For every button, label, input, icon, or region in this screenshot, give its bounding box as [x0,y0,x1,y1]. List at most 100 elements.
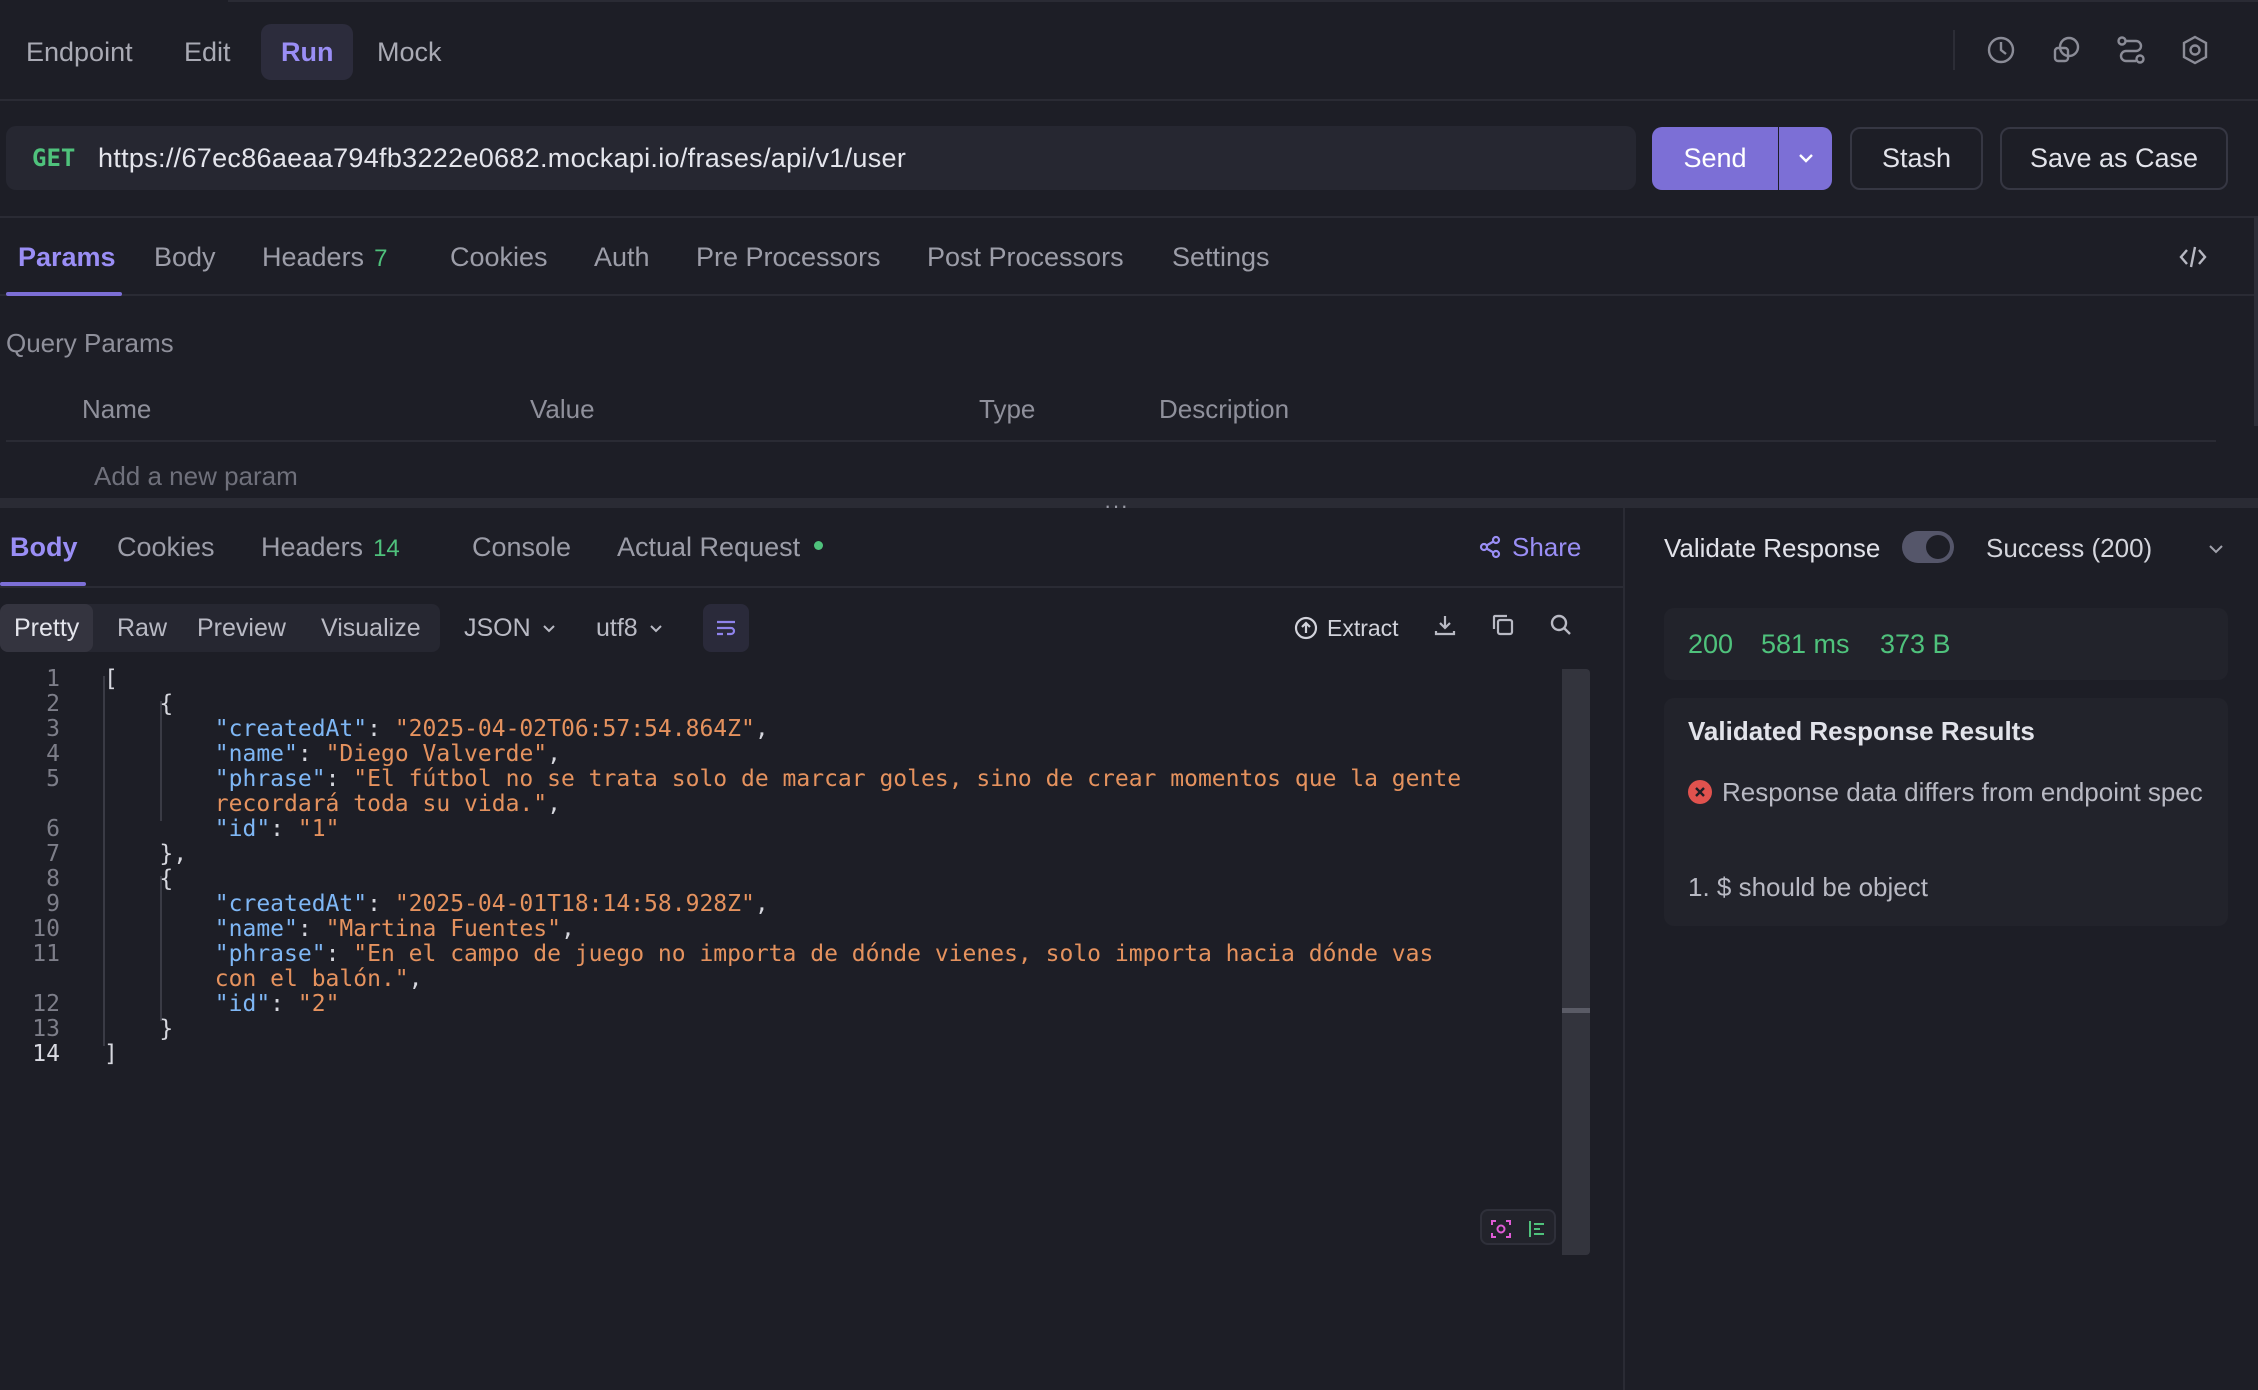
validate-response-label: Validate Response [1664,533,1881,563]
tab-auth[interactable]: Auth [594,218,650,296]
line-number: 2 [46,691,60,717]
line-number: 4 [46,741,60,767]
send-options-dropdown[interactable] [1779,127,1832,190]
validation-error: Response data differs from endpoint spec [1688,772,2208,812]
json-string: "El fútbol no se trata solo de marcar go… [353,766,1462,792]
code-line: [ [104,666,118,692]
response-tab-body[interactable]: Body [10,508,78,586]
error-icon [1688,780,1712,804]
flow-icon[interactable] [2115,34,2151,70]
response-view-bar: Pretty Raw Preview Visualize JSON utf8 E… [0,604,1623,654]
code-snippet-icon[interactable] [2178,242,2208,272]
tab-headers-label: Headers [262,242,365,272]
ai-scan-icon[interactable] [1490,1218,1512,1240]
validation-results-card: Validated Response Results Response data… [1664,698,2228,926]
status-dot [814,541,824,550]
response-body-editor[interactable]: 1 2 3 4 5 6 7 8 9 10 11 12 13 14 [ { "createdAt": "20… [0,666,1592,1390]
json-string: "2" [297,991,340,1017]
line-number: 14 [32,1041,60,1067]
url-input[interactable]: https://67ec86aeaa794fb3222e0682.mockapi… [98,126,906,190]
view-pretty[interactable]: Pretty [0,604,94,652]
encoding-dropdown[interactable]: utf8 [596,604,664,652]
editor-scrollbar[interactable] [1562,669,1590,1255]
chevron-down-icon[interactable] [2205,538,2227,560]
response-stats: 200 581 ms 373 B [1664,608,2228,680]
json-punctuation: } [104,1016,174,1042]
tab-settings[interactable]: Settings [1172,218,1270,296]
json-punctuation [104,991,215,1017]
code-line: "name": "Diego Valverde", [104,741,561,767]
json-punctuation [104,766,215,792]
code-line: con el balón.", [104,966,423,992]
history-icon[interactable] [1985,34,2021,70]
extract-icon [1294,616,1318,640]
scrollbar-thumb[interactable] [1562,1008,1590,1013]
view-raw[interactable]: Raw [117,604,167,652]
json-string: "Martina Fuentes" [325,916,561,942]
search-icon[interactable] [1548,612,1574,638]
json-punctuation: : [325,766,354,792]
response-tab-headers[interactable]: Headers 14 [261,508,400,586]
json-punctuation [104,791,215,817]
mode-tab-endpoint[interactable]: Endpoint [6,24,153,80]
json-key: "name" [214,916,298,942]
stash-button[interactable]: Stash [1850,127,1983,190]
response-tab-actual-request[interactable]: Actual Request [617,508,824,586]
mode-tab-mock[interactable]: Mock [357,24,462,80]
line-number: 9 [46,891,60,917]
column-header-description: Description [1159,394,1290,424]
view-preview[interactable]: Preview [197,604,286,652]
panel-splitter[interactable] [0,498,2258,508]
tab-post-processors[interactable]: Post Processors [927,218,1124,296]
code-line: { [104,691,173,717]
code-line: recordará toda su vida.", [104,791,561,817]
column-header-value: Value [530,394,595,424]
chevron-down-icon [649,625,662,633]
chevron-down-icon [1798,154,1813,163]
mode-tab-run[interactable]: Run [261,24,354,80]
format-align-icon[interactable] [1526,1218,1548,1240]
code-line: "phrase": "En el campo de juego no impor… [104,941,1434,967]
response-status-select[interactable]: Success (200) [1986,530,2152,566]
tab-body[interactable]: Body [154,218,216,296]
save-as-case-button[interactable]: Save as Case [2000,127,2228,190]
json-punctuation: : [297,741,326,767]
json-punctuation [104,741,215,767]
tab-pre-processors[interactable]: Pre Processors [696,218,881,296]
format-dropdown[interactable]: JSON [464,604,557,652]
validation-results-title: Validated Response Results [1688,716,2035,746]
add-param-input[interactable]: Add a new param [94,461,298,492]
actual-request-label: Actual Request [617,532,801,562]
query-params-title: Query Params [6,328,174,358]
json-punctuation: , [547,741,561,767]
json-punctuation: { [104,691,174,717]
tab-headers[interactable]: Headers 7 [262,218,387,296]
response-size: 373 B [1880,629,1951,659]
response-tab-console[interactable]: Console [472,508,571,586]
response-tab-cookies[interactable]: Cookies [117,508,215,586]
active-response-tab-indicator [0,582,86,586]
view-visualize[interactable]: Visualize [321,604,421,652]
share-button[interactable]: Share [1478,508,1581,586]
download-icon[interactable] [1432,612,1458,638]
send-button[interactable]: Send [1652,127,1778,190]
top-border [228,0,2258,2]
json-punctuation: : [270,991,298,1017]
mode-tab-edit[interactable]: Edit [164,24,251,80]
copy-icon[interactable] [1490,612,1516,638]
validate-response-toggle[interactable] [1902,531,1954,563]
code-line: }, [104,841,187,867]
json-punctuation: , [547,791,561,817]
code-line: ] [104,1041,118,1067]
http-method[interactable]: GET [32,126,75,190]
word-wrap-icon [717,620,736,636]
settings-icon[interactable] [2179,34,2215,70]
copy-shapes-icon[interactable] [2050,34,2086,70]
url-bar[interactable]: GET https://67ec86aeaa794fb3222e0682.moc… [6,126,1636,190]
tab-cookies[interactable]: Cookies [450,218,548,296]
word-wrap-button[interactable] [703,604,749,652]
extract-button[interactable]: Extract [1293,604,1399,652]
validation-error-message: Response data differs from endpoint spec [1722,777,2203,807]
json-punctuation [104,966,215,992]
tab-params[interactable]: Params [18,218,116,296]
